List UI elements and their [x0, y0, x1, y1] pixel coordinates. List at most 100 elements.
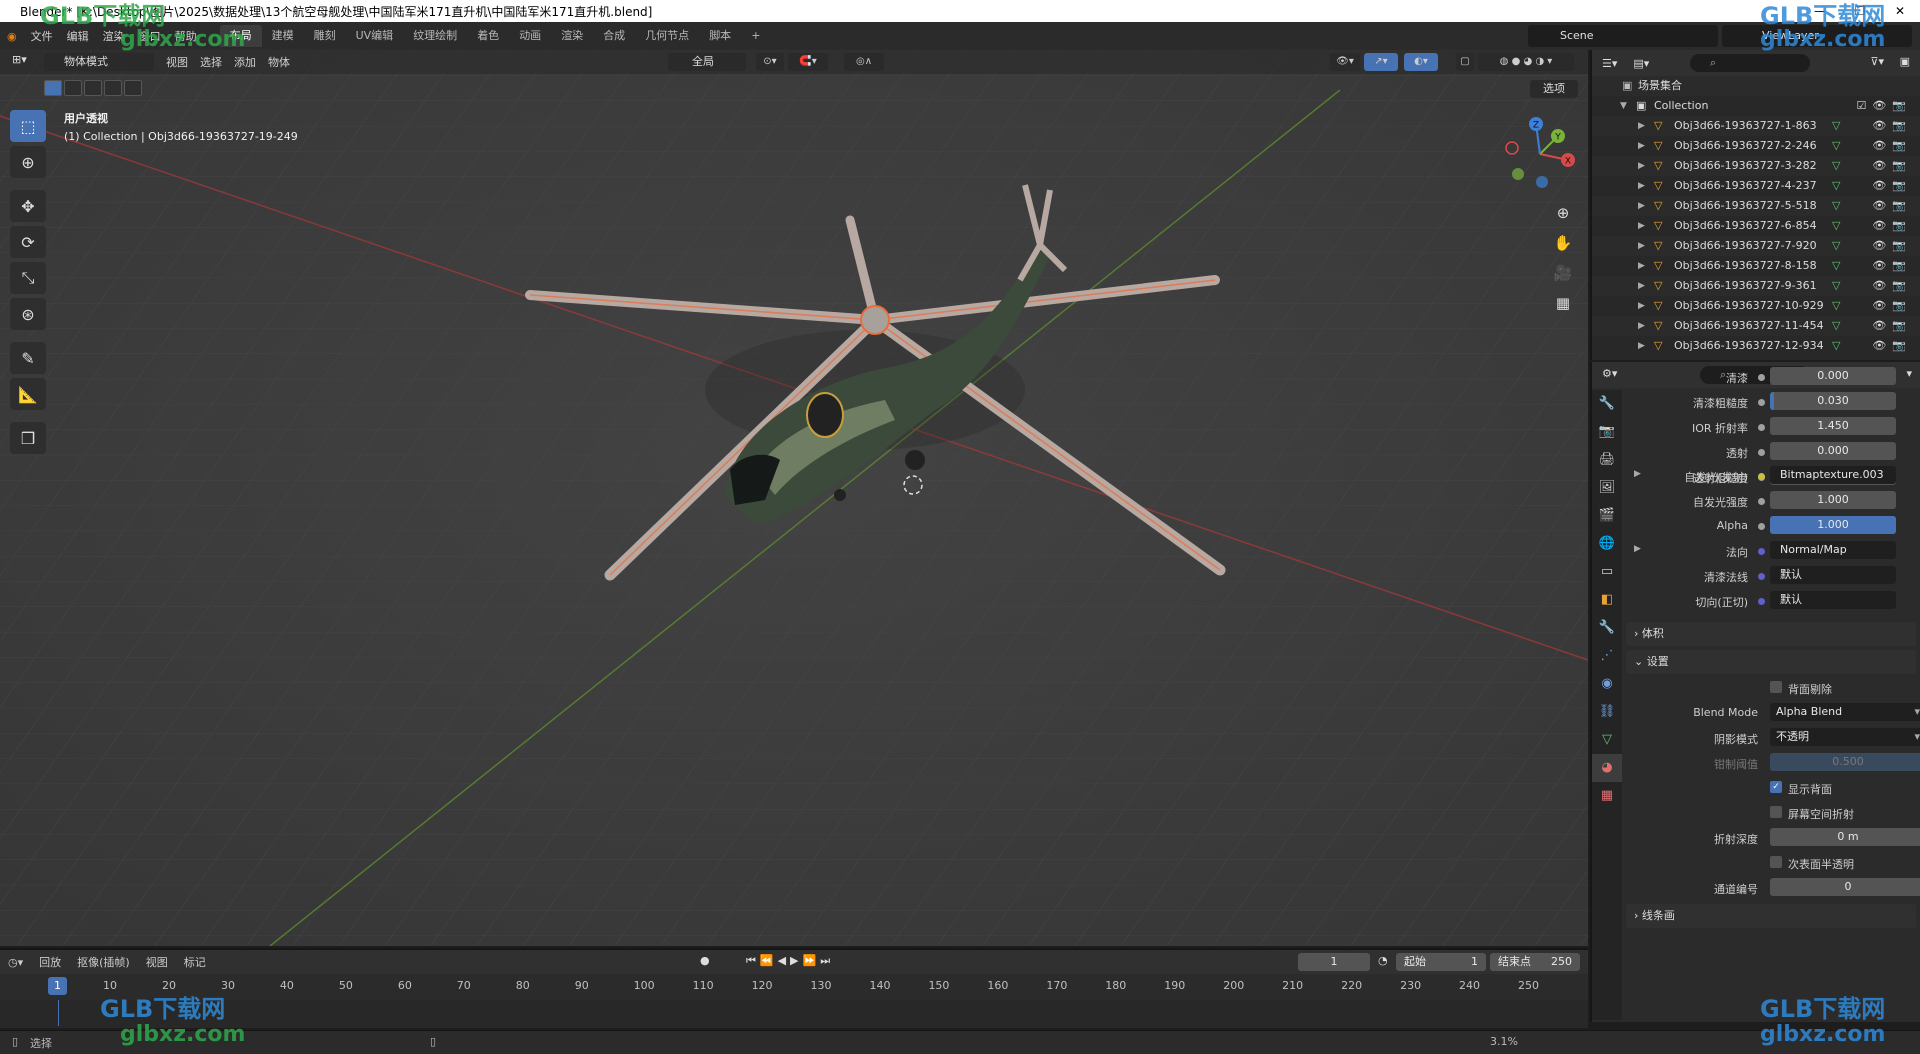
world-tab-icon[interactable]: 🌐 — [1592, 530, 1622, 558]
outliner-search[interactable]: ⌕ — [1690, 54, 1810, 72]
material-tab-icon[interactable]: ◕ — [1592, 754, 1622, 782]
volume-panel-header[interactable]: › 体积 — [1626, 622, 1916, 646]
texture-tab-icon[interactable]: ▦ — [1592, 782, 1622, 810]
emission-strength-socket-icon[interactable] — [1758, 498, 1765, 505]
expand-arrow-icon[interactable]: ▼ — [1620, 96, 1627, 116]
property-field[interactable]: 0.000 — [1770, 367, 1896, 385]
select-extend-icon[interactable] — [64, 80, 82, 96]
data-tab-icon[interactable]: ▽ — [1592, 726, 1622, 754]
properties-editor-icon[interactable]: ⚙▾ — [1602, 367, 1617, 380]
select-new-icon[interactable] — [44, 80, 62, 96]
object-visibility-icons[interactable]: 👁📷 — [1872, 216, 1912, 236]
expand-arrow-icon[interactable]: ▶ — [1638, 216, 1645, 236]
add-cube-icon[interactable]: ❒ — [10, 422, 46, 454]
record-icon[interactable]: ● — [700, 954, 710, 967]
proportional-edit-icon[interactable]: ◎∧ — [844, 53, 884, 71]
select-invert-icon[interactable] — [104, 80, 122, 96]
shadow-mode-dropdown[interactable]: 不透明 — [1770, 728, 1920, 746]
outliner-object-row[interactable]: ▶ ▽ Obj3d66-19363727-7-920 ▽ 👁📷 — [1592, 236, 1920, 256]
timeline-editor-icon[interactable]: ◷▾ — [0, 956, 31, 969]
gizmo-toggle-icon[interactable]: ↗▾ — [1364, 53, 1398, 71]
outliner-object-row[interactable]: ▶ ▽ Obj3d66-19363727-5-518 ▽ 👁📷 — [1592, 196, 1920, 216]
blend-mode-dropdown[interactable]: Alpha Blend — [1770, 703, 1920, 721]
filter-icon[interactable]: ⊽▾ — [1870, 55, 1884, 68]
view-layer-tab-icon[interactable]: 🖼 — [1592, 474, 1622, 502]
property-field[interactable]: 1.450 — [1770, 417, 1896, 435]
shading-modes-icon[interactable]: ◍ ● ◕ ◑ ▾ — [1478, 53, 1574, 71]
normal-expand-icon[interactable]: ▶ — [1634, 544, 1641, 554]
menu-add[interactable]: 添加 — [234, 54, 256, 70]
outliner-object-row[interactable]: ▶ ▽ Obj3d66-19363727-9-361 ▽ 👁📷 — [1592, 276, 1920, 296]
normal-field[interactable]: Normal/Map — [1770, 541, 1896, 559]
emission-expand-icon[interactable]: ▶ — [1634, 469, 1641, 479]
tab-animation[interactable]: 动画 — [509, 25, 551, 47]
overlay-toggle-icon[interactable]: ◐▾ — [1404, 53, 1438, 71]
expand-arrow-icon[interactable]: ▶ — [1638, 296, 1645, 316]
menu-playback[interactable]: 回放 — [31, 954, 69, 970]
measure-icon[interactable]: 📐 — [10, 378, 46, 410]
annotate-icon[interactable]: ✎ — [10, 342, 46, 374]
outliner-object-row[interactable]: ▶ ▽ Obj3d66-19363727-1-863 ▽ 👁📷 — [1592, 116, 1920, 136]
tool-tab-icon[interactable]: 🔧 — [1592, 390, 1622, 418]
emission-strength-field[interactable]: 1.000 — [1770, 491, 1896, 509]
alpha-field[interactable]: 1.000 — [1770, 516, 1896, 534]
display-mode-icon[interactable]: ▤▾ — [1633, 57, 1649, 70]
object-visibility-icons[interactable]: 👁📷 — [1872, 136, 1912, 156]
current-frame-indicator[interactable]: 1 — [48, 977, 67, 995]
object-visibility-icons[interactable]: 👁📷 — [1872, 116, 1912, 136]
menu-select[interactable]: 选择 — [200, 54, 222, 70]
mode-selector[interactable]: 物体模式 — [44, 53, 154, 71]
move-icon[interactable]: ✥ — [10, 190, 46, 222]
outliner-object-row[interactable]: ▶ ▽ Obj3d66-19363727-8-158 ▽ 👁📷 — [1592, 256, 1920, 276]
refraction-depth-field[interactable]: 0 m — [1770, 828, 1920, 846]
camera-view-icon[interactable]: 🎥 — [1548, 260, 1578, 286]
property-field[interactable]: 0.000 — [1770, 442, 1896, 460]
menu-view[interactable]: 视图 — [166, 54, 188, 70]
backface-culling-checkbox[interactable] — [1770, 681, 1782, 693]
pivot-icon[interactable]: ⊙▾ — [756, 53, 784, 71]
tab-sculpting[interactable]: 雕刻 — [304, 25, 346, 47]
expand-arrow-icon[interactable]: ▶ — [1638, 136, 1645, 156]
end-frame-field[interactable]: 结束点 250 — [1490, 953, 1580, 971]
collection-tab-icon[interactable]: ▭ — [1592, 558, 1622, 586]
scale-icon[interactable]: ⤡ — [10, 262, 46, 294]
close-button[interactable]: ✕ — [1880, 0, 1920, 22]
clip-threshold-field[interactable]: 0.500 — [1770, 753, 1920, 771]
output-tab-icon[interactable]: 🖨 — [1592, 446, 1622, 474]
tab-rendering[interactable]: 渲染 — [551, 25, 593, 47]
current-frame-field[interactable]: 1 — [1298, 953, 1370, 971]
3d-viewport[interactable]: ⊞▾ 物体模式 视图 选择 添加 物体 全局 ⊙▾ 🧲▾ ◎∧ 👁▾ ↗▾ ◐▾… — [0, 50, 1588, 946]
outliner-object-row[interactable]: ▶ ▽ Obj3d66-19363727-11-454 ▽ 👁📷 — [1592, 316, 1920, 336]
new-collection-icon[interactable]: ▣ — [1900, 55, 1910, 68]
collection-visibility-icons[interactable]: ☑👁📷 — [1856, 96, 1912, 116]
alpha-socket-icon[interactable] — [1758, 523, 1765, 530]
modifier-tab-icon[interactable]: 🔧 — [1592, 614, 1622, 642]
navigation-gizmo[interactable]: X Y Z — [1500, 114, 1580, 194]
property-socket-icon[interactable] — [1758, 374, 1765, 381]
scene-collection-row[interactable]: ▣ 场景集合 — [1592, 76, 1920, 96]
scene-selector[interactable]: Scene — [1528, 25, 1718, 47]
menu-object[interactable]: 物体 — [268, 54, 290, 70]
add-workspace-button[interactable]: + — [741, 25, 770, 47]
pan-hand-icon[interactable]: ✋ — [1548, 230, 1578, 256]
tangent-field[interactable]: 默认 — [1770, 591, 1896, 609]
tab-texture-paint[interactable]: 纹理绘制 — [403, 25, 467, 47]
transform-orientation-selector[interactable]: 全局 — [668, 53, 746, 71]
object-visibility-icons[interactable]: 👁📷 — [1872, 296, 1912, 316]
outliner-object-row[interactable]: ▶ ▽ Obj3d66-19363727-12-934 ▽ 👁📷 — [1592, 336, 1920, 356]
tab-geometry-nodes[interactable]: 几何节点 — [635, 25, 699, 47]
outliner-object-row[interactable]: ▶ ▽ Obj3d66-19363727-3-282 ▽ 👁📷 — [1592, 156, 1920, 176]
line-art-panel-header[interactable]: › 线条画 — [1626, 904, 1916, 928]
expand-arrow-icon[interactable]: ▶ — [1638, 116, 1645, 136]
tab-scripting[interactable]: 脚本 — [699, 25, 741, 47]
tangent-socket-icon[interactable] — [1758, 598, 1765, 605]
blender-logo-icon[interactable]: ◉ — [0, 30, 24, 43]
expand-arrow-icon[interactable]: ▶ — [1638, 276, 1645, 296]
constraints-tab-icon[interactable]: ⛓ — [1592, 698, 1622, 726]
object-visibility-icons[interactable]: 👁📷 — [1872, 236, 1912, 256]
xray-icon[interactable]: ▢ — [1456, 53, 1474, 71]
select-box-icon[interactable]: ⬚ — [10, 110, 46, 142]
outliner-object-row[interactable]: ▶ ▽ Obj3d66-19363727-2-246 ▽ 👁📷 — [1592, 136, 1920, 156]
tab-shading[interactable]: 着色 — [467, 25, 509, 47]
playback-controls-icon[interactable]: ⏮⏪◀▶⏩⏭ — [746, 954, 834, 968]
